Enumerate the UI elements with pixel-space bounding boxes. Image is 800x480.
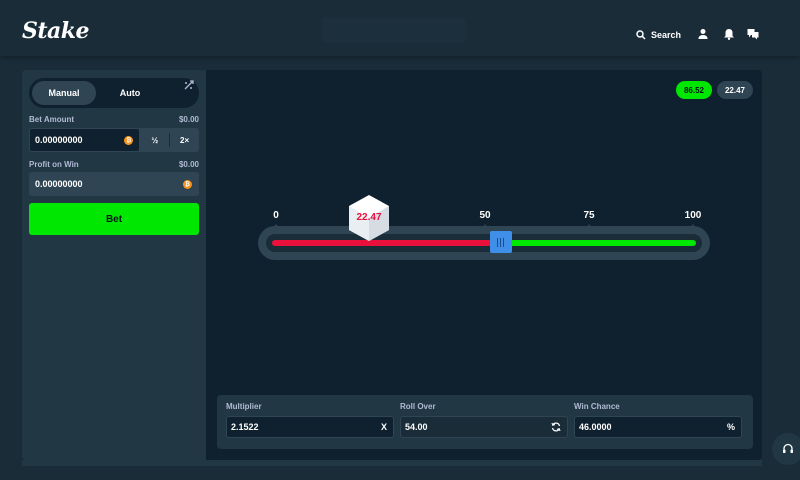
support-chat-button[interactable] xyxy=(772,433,800,465)
panel-footer xyxy=(22,460,762,466)
bet-amount-usd: $0.00 xyxy=(178,115,199,124)
bitcoin-icon: ₿ xyxy=(124,136,134,145)
search-icon xyxy=(636,30,646,40)
past-result-win: 86.52 xyxy=(676,81,712,99)
roll-over-input[interactable]: 54.00 xyxy=(400,416,568,438)
roll-over-label: Roll Over xyxy=(400,402,436,411)
headset-icon xyxy=(783,443,793,453)
bet-amount-label-row: Bet Amount $0.00 xyxy=(29,115,199,124)
bet-amount-input[interactable]: 0.00000000 ₿ xyxy=(29,128,141,152)
scale-label-75: 75 xyxy=(583,210,595,221)
win-chance-suffix: % xyxy=(726,422,735,432)
past-result-loss: 22.47 xyxy=(717,81,753,99)
tab-manual[interactable]: Manual xyxy=(32,81,96,105)
win-range-bar[interactable] xyxy=(500,240,696,246)
roll-over-control: Roll Over 54.00 xyxy=(400,402,568,438)
profit-label-row: Profit on Win $0.00 xyxy=(29,160,199,169)
profit-label: Profit on Win xyxy=(29,160,79,169)
search-button[interactable]: Search xyxy=(636,26,681,44)
bell-icon[interactable] xyxy=(723,28,735,40)
refresh-icon[interactable] xyxy=(551,422,561,432)
fast-play-icon[interactable] xyxy=(183,79,195,91)
scale-label-0: 0 xyxy=(273,210,279,221)
multiplier-label: Multiplier xyxy=(226,402,262,411)
bet-amount-label: Bet Amount xyxy=(29,115,75,124)
half-bet-button[interactable]: ½ xyxy=(140,128,169,152)
profit-group: 0.00000000 ₿ xyxy=(29,172,199,196)
roll-over-slider-handle[interactable] xyxy=(489,231,512,253)
scale-label-100: 100 xyxy=(684,210,702,221)
tab-auto[interactable]: Auto xyxy=(96,81,164,105)
search-label: Search xyxy=(651,30,682,40)
multiplier-input[interactable]: 2.1522 X xyxy=(226,416,394,438)
multiplier-control: Multiplier 2.1522 X xyxy=(226,402,394,438)
bet-amount-value: 0.00000000 xyxy=(35,135,83,145)
bet-sidebar: Manual Auto Bet Amount $0.00 0.00000000 … xyxy=(22,70,206,460)
top-bar: Stake Search xyxy=(0,0,800,56)
multiplier-value: 2.1522 xyxy=(231,422,259,432)
profit-input: 0.00000000 ₿ xyxy=(29,172,199,196)
win-chance-control: Win Chance 46.0000 % xyxy=(574,402,742,438)
chat-icon[interactable] xyxy=(747,28,759,40)
double-bet-button[interactable]: 2× xyxy=(170,128,199,152)
multiplier-suffix: X xyxy=(380,422,387,432)
game-controls: Multiplier 2.1522 X Roll Over 54.00 Win … xyxy=(217,395,753,449)
profit-value: 0.00000000 xyxy=(35,179,83,189)
win-chance-label: Win Chance xyxy=(574,402,620,411)
dice-game-area: 86.52 22.47 0 50 75 100 22.47 Multiplier… xyxy=(206,70,762,460)
roll-over-value: 54.00 xyxy=(405,422,428,432)
win-chance-input[interactable]: 46.0000 % xyxy=(574,416,742,438)
mode-tabs: Manual Auto xyxy=(29,78,199,108)
dice-result-value: 22.47 xyxy=(356,212,382,223)
bet-button[interactable]: Bet xyxy=(29,203,199,235)
top-placeholder xyxy=(322,18,466,42)
bet-amount-group: 0.00000000 ₿ ½ 2× xyxy=(29,128,199,152)
profit-usd: $0.00 xyxy=(178,160,199,169)
scale-label-50: 50 xyxy=(479,210,491,221)
stake-logo[interactable]: Stake xyxy=(22,18,90,44)
bitcoin-icon: ₿ xyxy=(183,180,192,189)
win-chance-value: 46.0000 xyxy=(579,422,612,432)
user-icon[interactable] xyxy=(697,28,709,40)
